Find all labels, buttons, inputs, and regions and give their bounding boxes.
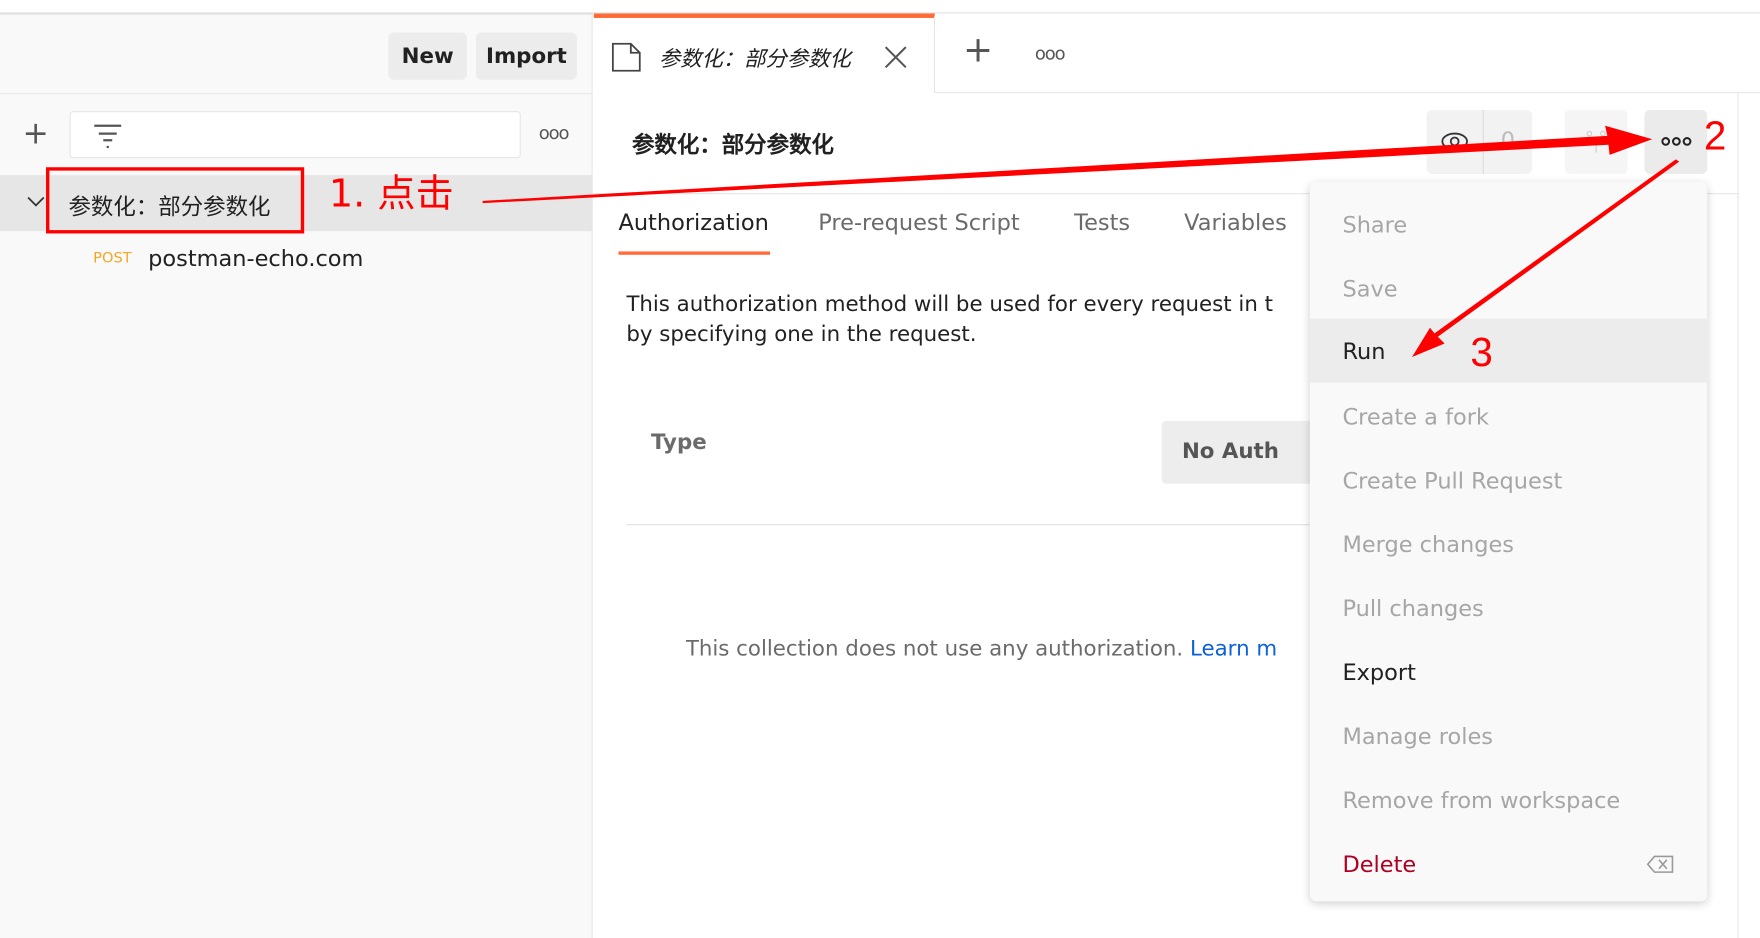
annotation-step2: 2 (1703, 112, 1727, 159)
annotation-arrow-1 (482, 125, 1653, 204)
annotation-arrow-2 (1412, 159, 1680, 357)
annotation-step3: 3 (1470, 328, 1493, 375)
annotation-arrows (482, 125, 1680, 357)
